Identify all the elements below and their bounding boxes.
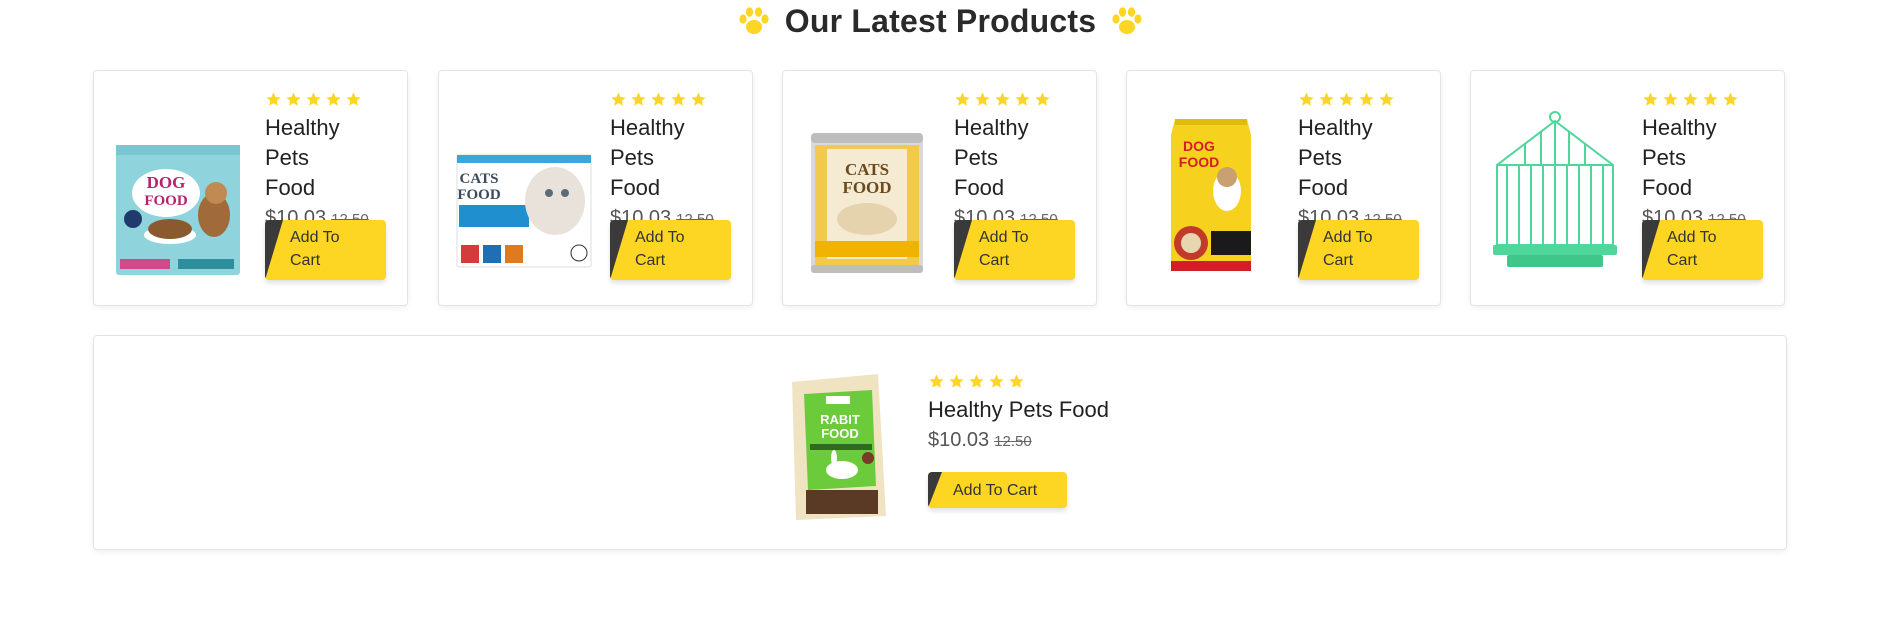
star-icon	[1298, 91, 1315, 108]
star-icon	[345, 91, 362, 108]
star-icon	[1378, 91, 1395, 108]
product-card[interactable]: CATS FOOD Healthy Pets Food $10.03 12.50…	[782, 70, 1097, 306]
star-icon	[650, 91, 667, 108]
product-old-price: 12.50	[994, 433, 1032, 450]
star-icon	[670, 91, 687, 108]
product-info: Healthy Pets Food $10.03 12.50	[928, 371, 1188, 452]
svg-text:FOOD: FOOD	[842, 178, 891, 197]
star-icon	[1722, 91, 1739, 108]
star-icon	[305, 91, 322, 108]
product-price: $10.03	[928, 429, 990, 451]
star-icon	[1358, 91, 1375, 108]
add-to-cart-label: Add To Cart	[1667, 229, 1717, 269]
product-card[interactable]: DOG FOOD Healthy Pets Food $10.03 12.50 …	[1126, 70, 1441, 306]
svg-text:DOG: DOG	[147, 173, 186, 192]
button-corner-accent	[928, 472, 942, 508]
rating-stars	[928, 371, 1188, 391]
add-to-cart-label: Add To Cart	[635, 229, 685, 269]
add-to-cart-label: Add To Cart	[979, 229, 1029, 269]
paw-icon	[1110, 6, 1144, 36]
product-card[interactable]: DOG FOOD Healthy Pets Food $10.03 12.50 …	[93, 70, 408, 306]
dog-food-bag-image[interactable]: DOG FOOD	[1141, 95, 1281, 281]
add-to-cart-button[interactable]: Add To Cart	[1642, 220, 1763, 280]
star-icon	[988, 373, 1005, 390]
product-name[interactable]: Healthy Pets Food	[610, 113, 700, 203]
star-icon	[690, 91, 707, 108]
add-to-cart-button[interactable]: Add To Cart	[1298, 220, 1419, 280]
star-icon	[1682, 91, 1699, 108]
bird-cage-image[interactable]	[1485, 95, 1625, 281]
product-name[interactable]: Healthy Pets Food	[1642, 113, 1732, 203]
price-row: $10.03 12.50	[928, 429, 1188, 452]
star-icon	[610, 91, 627, 108]
add-to-cart-button[interactable]: Add To Cart	[954, 220, 1075, 280]
paw-icon	[737, 6, 771, 36]
star-icon	[948, 373, 965, 390]
rabbit-food-bag-image[interactable]: RABIT FOOD	[782, 366, 892, 524]
product-info: Healthy Pets Food $10.03 12.50	[265, 89, 395, 230]
add-to-cart-label: Add To Cart	[953, 482, 1038, 499]
add-to-cart-label: Add To Cart	[290, 229, 340, 269]
star-icon	[1662, 91, 1679, 108]
section-header: Our Latest Products	[0, 0, 1881, 42]
product-name[interactable]: Healthy Pets Food	[928, 395, 1188, 425]
product-card[interactable]: CATS FOOD Healthy Pets Food $10.03 12.50	[438, 70, 753, 306]
product-name[interactable]: Healthy Pets Food	[1298, 113, 1388, 203]
star-icon	[1702, 91, 1719, 108]
add-to-cart-button[interactable]: Add To Cart	[928, 472, 1067, 508]
rating-stars	[1642, 89, 1772, 109]
button-corner-accent	[610, 220, 628, 280]
star-icon	[954, 91, 971, 108]
star-icon	[974, 91, 991, 108]
star-icon	[994, 91, 1011, 108]
product-info: Healthy Pets Food $10.03 12.50	[1642, 89, 1772, 230]
product-info: Healthy Pets Food $10.03 12.50	[954, 89, 1084, 230]
star-icon	[1338, 91, 1355, 108]
product-name[interactable]: Healthy Pets Food	[265, 113, 355, 203]
svg-text:FOOD: FOOD	[821, 426, 859, 441]
star-icon	[928, 373, 945, 390]
add-to-cart-label: Add To Cart	[1323, 229, 1373, 269]
rating-stars	[954, 89, 1084, 109]
dog-food-box-image[interactable]: DOG FOOD	[108, 95, 248, 281]
button-corner-accent	[265, 220, 283, 280]
star-icon	[285, 91, 302, 108]
rating-stars	[265, 89, 395, 109]
product-info: Healthy Pets Food $10.03 12.50	[1298, 89, 1428, 230]
add-to-cart-button[interactable]: Add To Cart	[265, 220, 386, 280]
star-icon	[1014, 91, 1031, 108]
add-to-cart-button[interactable]: Add To Cart	[610, 220, 731, 280]
star-icon	[1642, 91, 1659, 108]
rating-stars	[610, 89, 740, 109]
cats-food-can-image[interactable]: CATS FOOD	[797, 95, 937, 281]
star-icon	[265, 91, 282, 108]
svg-text:DOG: DOG	[1183, 138, 1215, 154]
svg-text:FOOD: FOOD	[144, 193, 187, 209]
button-corner-accent	[1298, 220, 1316, 280]
svg-text:FOOD: FOOD	[1179, 154, 1219, 170]
star-icon	[1008, 373, 1025, 390]
svg-text:FOOD: FOOD	[457, 187, 500, 203]
product-info: Healthy Pets Food $10.03 12.50	[610, 89, 740, 230]
star-icon	[630, 91, 647, 108]
product-name[interactable]: Healthy Pets Food	[954, 113, 1044, 203]
star-icon	[325, 91, 342, 108]
rating-stars	[1298, 89, 1428, 109]
button-corner-accent	[1642, 220, 1660, 280]
svg-text:CATS: CATS	[460, 171, 499, 187]
star-icon	[1034, 91, 1051, 108]
cats-food-pack-image[interactable]: CATS FOOD	[453, 95, 593, 281]
product-card[interactable]: RABIT FOOD Healthy Pets Food $10.03 12.5…	[93, 335, 1787, 550]
section-title: Our Latest Products	[784, 2, 1097, 39]
star-icon	[968, 373, 985, 390]
star-icon	[1318, 91, 1335, 108]
button-corner-accent	[954, 220, 972, 280]
svg-text:RABIT: RABIT	[820, 412, 860, 427]
svg-text:CATS: CATS	[845, 160, 889, 179]
product-card[interactable]: Healthy Pets Food $10.03 12.50 Add To Ca…	[1470, 70, 1785, 306]
